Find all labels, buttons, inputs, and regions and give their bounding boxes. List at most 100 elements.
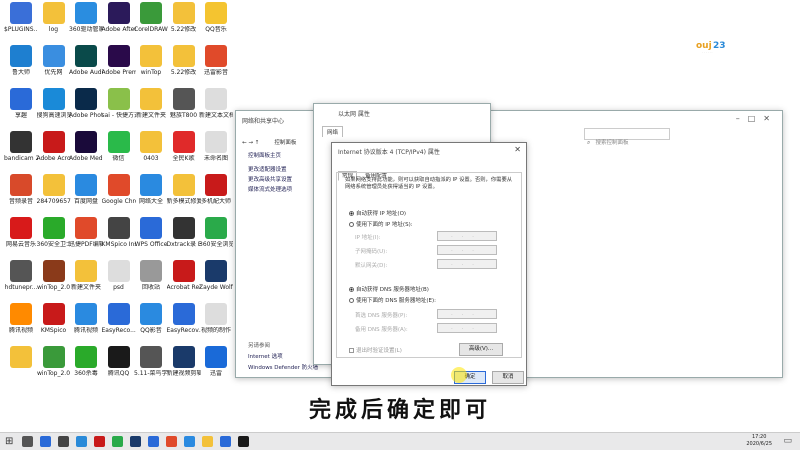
desktop-icon[interactable]: 360安全浏览器 — [199, 217, 233, 248]
clock[interactable]: 17:20 2020/6/25 — [746, 434, 772, 448]
link-advanced-sharing[interactable]: 更改高级共享设置 — [248, 175, 292, 183]
desktop-icon[interactable]: EasyReco... — [102, 303, 136, 334]
ip-address-field[interactable]: ... — [437, 231, 497, 241]
desktop-icon[interactable]: hdtunepr... — [4, 260, 38, 291]
desktop-icon[interactable]: 迅雷 — [199, 346, 233, 377]
desktop-icon[interactable]: QQ影音 — [134, 303, 168, 334]
taskbar-app-icon[interactable] — [76, 436, 87, 447]
tab-network[interactable]: 网络 — [322, 126, 344, 137]
auto-dns-radio[interactable]: 自动获得 DNS 服务器地址(B) — [349, 285, 429, 293]
desktop-icon[interactable]: 微信 — [102, 131, 136, 162]
desktop-icon[interactable]: Acrobat Reader DC — [167, 260, 201, 291]
gateway-field[interactable]: ... — [437, 259, 497, 269]
desktop-icon[interactable]: Adobe Media En... — [69, 131, 103, 162]
desktop-icon[interactable]: Adobe Audition ... — [69, 45, 103, 76]
desktop-icon[interactable]: winTop — [134, 45, 168, 76]
desktop-icon[interactable]: 5.22修改 — [167, 2, 201, 33]
search-box[interactable]: ⌕ 搜索控制面板 — [584, 128, 670, 146]
link-internet-options[interactable]: Internet 选项 — [248, 352, 283, 360]
desktop-icon[interactable]: QQ音乐 — [199, 2, 233, 33]
desktop-icon[interactable]: 新建视频剪辑 操作Beat... — [167, 346, 201, 377]
subnet-mask-field[interactable]: ... — [437, 245, 497, 255]
desktop-icon[interactable]: 新建文本文档 — [199, 88, 233, 119]
desktop-icon[interactable]: Adobe Acrobat DC — [37, 131, 71, 162]
desktop-icon[interactable]: bandicam 2020-06-0... — [4, 131, 38, 162]
desktop-icon[interactable]: Adobe Photosh... — [69, 88, 103, 119]
desktop-icon[interactable]: 0403 — [134, 131, 168, 162]
window-controls[interactable]: –□✕ — [736, 114, 778, 123]
link-control-panel-home[interactable]: 控制面板主页 — [248, 151, 281, 159]
alternate-dns-field[interactable]: ... — [437, 323, 497, 333]
desktop-icon[interactable]: 网易云音乐 — [4, 217, 38, 248]
taskbar-app-icon[interactable] — [40, 436, 51, 447]
desktop-icon[interactable]: 新建文件夹 — [134, 88, 168, 119]
taskbar-app-icon[interactable] — [166, 436, 177, 447]
desktop-icon[interactable]: 腾讯QQ — [102, 346, 136, 377]
link-defender-firewall[interactable]: Windows Defender 防火墙 — [248, 363, 318, 371]
desktop-icon[interactable]: 网络大全 — [134, 174, 168, 205]
desktop-icon[interactable]: 未命名图 — [199, 131, 233, 162]
desktop-icon[interactable]: 迅捷PDF编辑器 — [69, 217, 103, 248]
desktop-icon[interactable]: Google Chrome — [102, 174, 136, 205]
desktop-icon[interactable]: 视频的制作 — [199, 303, 233, 334]
validate-checkbox[interactable]: 退出时验证设置(L) — [349, 346, 402, 354]
desktop-icon[interactable]: 360驱动管家 — [69, 2, 103, 33]
taskbar-app-icon[interactable] — [220, 436, 231, 447]
desktop-icon[interactable]: 回收站 — [134, 260, 168, 291]
taskbar-app-icon[interactable] — [22, 436, 33, 447]
desktop-icon[interactable]: 5.22修改 — [167, 45, 201, 76]
desktop-icon[interactable]: 多机配大师 — [199, 174, 233, 205]
desktop-icon[interactable]: 新建文件夹 — [69, 260, 103, 291]
taskbar-app-icon[interactable] — [94, 436, 105, 447]
desktop-icon[interactable]: 搜狗高速浏览器 — [37, 88, 71, 119]
desktop-icon[interactable]: KMSpico — [37, 303, 71, 334]
desktop-icon[interactable]: 2847096573 — [37, 174, 71, 205]
desktop-icon[interactable]: 享趣 — [4, 88, 38, 119]
back-arrow-icon[interactable]: ← → ↑ — [242, 140, 259, 146]
desktop-icon[interactable]: 优先网 — [37, 45, 71, 76]
desktop-icon[interactable]: psd — [102, 260, 136, 291]
close-icon[interactable]: ✕ — [514, 145, 521, 154]
taskbar-app-icon[interactable] — [148, 436, 159, 447]
desktop-icon[interactable]: EasyRecov... — [167, 303, 201, 334]
start-icon[interactable]: ⊞ — [5, 436, 13, 447]
desktop-icon[interactable]: Zayde Wolf - Gladiator — [199, 260, 233, 291]
advanced-button[interactable]: 高级(V)... — [459, 343, 503, 356]
desktop-icon[interactable]: Adobe After Effects CC ... — [102, 2, 136, 33]
desktop-icon[interactable]: 鲁大师 — [4, 45, 38, 76]
taskbar-app-icon[interactable] — [202, 436, 213, 447]
desktop-icon[interactable]: 全民K歌 — [167, 131, 201, 162]
desktop-icon[interactable]: log — [37, 2, 71, 33]
desktop-icon[interactable]: 腾讯视频 — [69, 303, 103, 334]
desktop-icon[interactable]: 360安全卫士 — [37, 217, 71, 248]
taskbar-app-icon[interactable] — [112, 436, 123, 447]
desktop-icon[interactable]: 腾讯视频 — [4, 303, 38, 334]
desktop-icon[interactable]: 新多模式修复 — [167, 174, 201, 205]
link-media-streaming[interactable]: 媒体流式处理选项 — [248, 185, 292, 193]
taskbar-app-icon[interactable] — [184, 436, 195, 447]
desktop-icon[interactable]: 5.11-菜鸟学习 — [134, 346, 168, 377]
desktop-icon[interactable]: winTop_2.0 — [37, 346, 71, 377]
desktop-icon[interactable] — [4, 346, 38, 370]
desktop-icon[interactable]: sai - 快捷方式 — [102, 88, 136, 119]
desktop-icon[interactable]: CorelDRAW X7 — [134, 2, 168, 33]
taskbar-app-icon[interactable] — [58, 436, 69, 447]
cancel-button[interactable]: 取消 — [492, 371, 524, 384]
desktop-icon[interactable]: winTop_2.0 — [37, 260, 71, 291]
desktop-icon[interactable]: KMSpico Install — [102, 217, 136, 248]
desktop-icon[interactable]: 迅雷影音 — [199, 45, 233, 76]
notification-icon[interactable]: ▭ — [783, 436, 792, 446]
auto-ip-radio[interactable]: 自动获得 IP 地址(O) — [349, 209, 406, 217]
manual-ip-radio[interactable]: 使用下面的 IP 地址(S): — [349, 220, 413, 228]
manual-dns-radio[interactable]: 使用下面的 DNS 服务器地址(E): — [349, 296, 436, 304]
desktop-icon[interactable]: 音频录音 — [4, 174, 38, 205]
link-change-adapter[interactable]: 更改适配器设置 — [248, 165, 287, 173]
desktop-icon[interactable]: 魅族T800 — [167, 88, 201, 119]
desktop-icon[interactable]: 360杀毒 — [69, 346, 103, 377]
desktop-icon[interactable]: Dxtrack录 EasyReco... — [167, 217, 201, 248]
desktop-icon[interactable]: WPS Office — [134, 217, 168, 248]
desktop-icon[interactable]: $PLUGINS... — [4, 2, 38, 33]
desktop-icon[interactable]: Adobe Premiere P... — [102, 45, 136, 76]
taskbar-app-icon[interactable] — [238, 436, 249, 447]
preferred-dns-field[interactable]: ... — [437, 309, 497, 319]
